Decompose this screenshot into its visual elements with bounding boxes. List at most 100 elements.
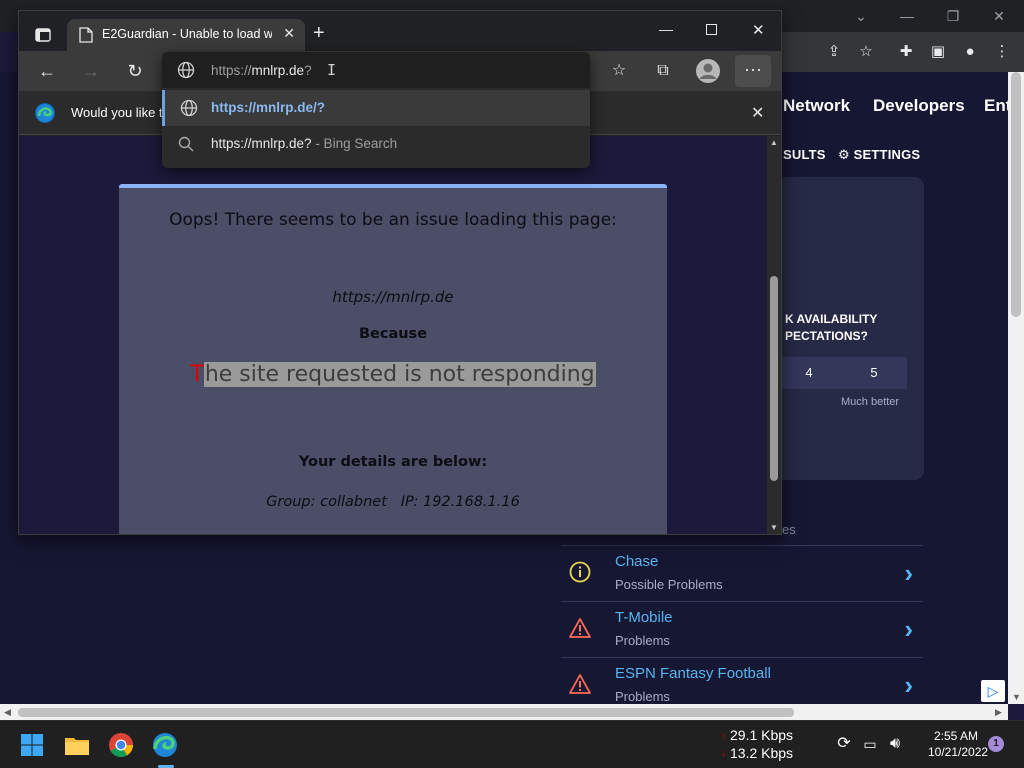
volume-icon[interactable]: 🔊︎ — [885, 734, 905, 754]
side-panel-icon[interactable]: ▣ — [926, 40, 950, 64]
chevron-right-icon: › — [904, 614, 913, 644]
problem-status: Problems — [615, 689, 670, 704]
close-button[interactable]: ✕ — [976, 4, 1022, 28]
settings-link[interactable]: ⚙ SETTINGS — [838, 147, 920, 163]
results-link[interactable]: SULTS — [783, 147, 826, 162]
horizontal-scrollbar[interactable]: ◀ ▶ — [0, 704, 1008, 720]
minimize-button[interactable]: — — [659, 21, 673, 37]
address-bar-text[interactable]: https://mnlrp.de? — [211, 63, 312, 78]
nav-link-network[interactable]: Network — [783, 96, 850, 116]
suggestion-url[interactable]: https://mnlrp.de/? — [162, 90, 590, 126]
edge-logo-icon — [35, 103, 55, 123]
page-icon — [79, 27, 93, 43]
gear-icon: ⚙ — [838, 147, 850, 162]
close-button[interactable]: ✕ — [752, 21, 765, 39]
rating-caption: Much better — [841, 396, 900, 408]
address-bar-dropdown: https://mnlrp.de? I https://mnlrp.de/? h… — [162, 52, 590, 168]
url-prefix: https:// — [211, 63, 252, 78]
problem-row-chase[interactable]: Chase Possible Problems › — [561, 545, 923, 600]
e2guardian-error-panel: Oops! There seems to be an issue loading… — [119, 184, 667, 534]
edge-scrollbar-thumb[interactable] — [770, 276, 778, 481]
url-suffix: ? — [304, 63, 312, 78]
collections-icon[interactable]: ⧉ — [651, 59, 675, 83]
edge-page-content: Oops! There seems to be an issue loading… — [19, 136, 767, 534]
maximize-button[interactable] — [706, 24, 717, 35]
chrome-menu-icon[interactable]: ⋮ — [990, 40, 1014, 64]
card-question-line2: PECTATIONS? — [785, 329, 868, 343]
nav-link-developers[interactable]: Developers — [873, 96, 965, 116]
suggestion-search-query: https://mnlrp.de? — [211, 136, 312, 151]
scroll-left-arrow-icon[interactable]: ◀ — [4, 707, 11, 718]
network-upload-speed: 29.1 Kbps — [730, 727, 794, 743]
globe-icon — [180, 99, 198, 117]
chevron-right-icon: › — [904, 558, 913, 588]
url-value: mnlrp.de — [251, 63, 305, 78]
profile-icon[interactable]: ● — [958, 40, 982, 64]
address-bar[interactable]: https://mnlrp.de? I — [162, 52, 590, 88]
clock-time: 2:55 AM — [933, 729, 979, 743]
tab-actions-icon[interactable] — [35, 27, 51, 43]
download-arrow-icon: ↓ — [721, 748, 726, 759]
error-heading: Oops! There seems to be an issue loading… — [169, 210, 617, 230]
network-icon[interactable]: ▭ — [860, 734, 880, 754]
ad-choices-icon[interactable]: ▷ — [981, 680, 1005, 702]
vertical-scrollbar-thumb[interactable] — [1011, 72, 1021, 317]
info-icon — [569, 561, 591, 583]
warning-icon — [569, 674, 591, 694]
clock[interactable]: 2:55 AM 10/21/2022 — [928, 728, 989, 760]
sync-icon[interactable]: ⟳ — [834, 734, 854, 754]
file-explorer-icon[interactable] — [61, 729, 93, 761]
problem-status: Possible Problems — [615, 577, 723, 592]
minimize-button[interactable]: — — [884, 4, 930, 28]
tab-close-icon[interactable]: ✕ — [283, 25, 295, 42]
profile-avatar-icon[interactable] — [696, 59, 720, 83]
warning-icon — [569, 618, 591, 638]
chrome-icon[interactable] — [105, 729, 137, 761]
settings-more-button[interactable]: ··· — [735, 55, 771, 87]
tab-title: E2Guardian - Unable to load web — [102, 27, 272, 41]
edge-titlebar: E2Guardian - Unable to load web ✕ + — ✕ — [19, 11, 781, 51]
problem-row-t-mobile[interactable]: T-Mobile Problems › — [561, 601, 923, 656]
vertical-scrollbar[interactable]: ▼ — [1008, 72, 1024, 704]
edge-vertical-scrollbar[interactable]: ▲ ▼ — [767, 136, 781, 534]
notification-badge[interactable]: 1 — [988, 736, 1004, 752]
problem-row-espn[interactable]: ESPN Fantasy Football Problems › — [561, 657, 923, 704]
error-reason-text: he site requested is not responding — [203, 362, 596, 387]
details-heading: Your details are below: — [298, 454, 488, 470]
bookmark-star-icon[interactable]: ☆ — [854, 40, 878, 64]
group-ip-line: Group: collabnet IP: 192.168.1.16 — [266, 494, 520, 510]
scroll-down-arrow-icon[interactable]: ▼ — [770, 523, 778, 532]
suggestion-search-engine: - Bing Search — [311, 136, 398, 151]
favorites-icon[interactable]: ☆ — [607, 59, 631, 83]
network-download-speed: 13.2 Kbps — [730, 745, 794, 761]
windows-start-icon[interactable] — [16, 729, 48, 761]
restore-button[interactable]: ❐ — [930, 4, 976, 28]
horizontal-scrollbar-thumb[interactable] — [18, 708, 794, 717]
blocked-url: https://mnlrp.de — [332, 288, 454, 306]
back-arrow-icon[interactable]: ← — [35, 59, 59, 83]
suggestion-url-text: https://mnlrp.de/? — [211, 100, 325, 115]
text-cursor-icon: I — [327, 61, 337, 79]
error-reason: The site requested is not responding — [119, 362, 667, 387]
suggestion-bing-search[interactable]: https://mnlrp.de? - Bing Search — [162, 126, 590, 162]
rating-button-5[interactable]: 5 — [841, 357, 907, 389]
background-toolbar: ⇪ ☆ ✚ ▣ ● ⋮ — [780, 32, 1024, 72]
refresh-icon[interactable]: ↻ — [123, 59, 147, 83]
tab-e2guardian[interactable]: E2Guardian - Unable to load web ✕ — [67, 19, 305, 51]
tab-search-icon[interactable]: ⌄ — [838, 4, 884, 28]
scroll-right-arrow-icon[interactable]: ▶ — [995, 707, 1002, 718]
extensions-icon[interactable]: ✚ — [894, 40, 918, 64]
new-tab-plus-icon[interactable]: + — [313, 23, 325, 43]
partial-label: es — [782, 522, 796, 537]
scroll-down-arrow-icon[interactable]: ▼ — [1012, 692, 1021, 702]
scroll-up-arrow-icon[interactable]: ▲ — [770, 138, 778, 147]
clock-date: 10/21/2022 — [928, 745, 989, 759]
forward-arrow-icon[interactable]: → — [79, 59, 103, 83]
infobar-close-icon[interactable]: ✕ — [751, 103, 764, 123]
edge-icon[interactable] — [149, 729, 181, 761]
share-icon[interactable]: ⇪ — [822, 40, 846, 64]
infobar-message: Would you like t — [71, 105, 163, 120]
rating-button-4[interactable]: 4 — [776, 357, 842, 389]
search-icon — [178, 136, 194, 152]
problem-name: Chase — [615, 553, 659, 570]
